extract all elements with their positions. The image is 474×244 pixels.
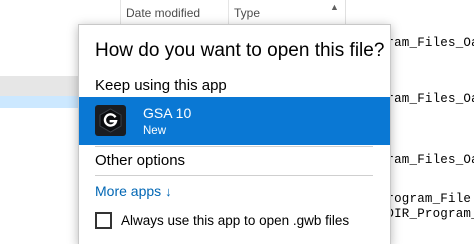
keep-using-heading: Keep using this app: [95, 77, 227, 94]
more-apps-link[interactable]: More apps ↓: [95, 183, 172, 199]
column-separator[interactable]: [228, 0, 229, 26]
divider: [95, 146, 373, 147]
column-date-modified[interactable]: Date modified: [126, 6, 200, 20]
column-separator[interactable]: [120, 0, 121, 26]
app-new-badge: New: [143, 125, 167, 137]
app-option-gsa-10[interactable]: GSA 10 New: [79, 97, 390, 145]
screen: Date modified Type ▲ ogram_Files_Oa ogra…: [0, 0, 474, 244]
always-use-checkbox[interactable]: [95, 212, 112, 229]
scroll-up-arrow-icon[interactable]: ▲: [330, 2, 339, 12]
nav-item-selected[interactable]: [0, 96, 78, 108]
app-name: GSA 10: [143, 105, 192, 121]
more-apps-label: More apps: [95, 183, 162, 199]
dialog-title: How do you want to open this file?: [95, 40, 385, 61]
column-type[interactable]: Type: [234, 6, 260, 20]
divider: [95, 175, 373, 176]
open-with-dialog: How do you want to open this file? Keep …: [78, 24, 391, 244]
always-use-label[interactable]: Always use this app to open .gwb files: [121, 213, 349, 228]
nav-item[interactable]: [0, 76, 78, 96]
other-options-heading: Other options: [95, 152, 186, 169]
arrow-down-icon: ↓: [165, 184, 172, 199]
gsa-g-icon: [95, 105, 126, 136]
navigation-pane: [0, 0, 78, 244]
